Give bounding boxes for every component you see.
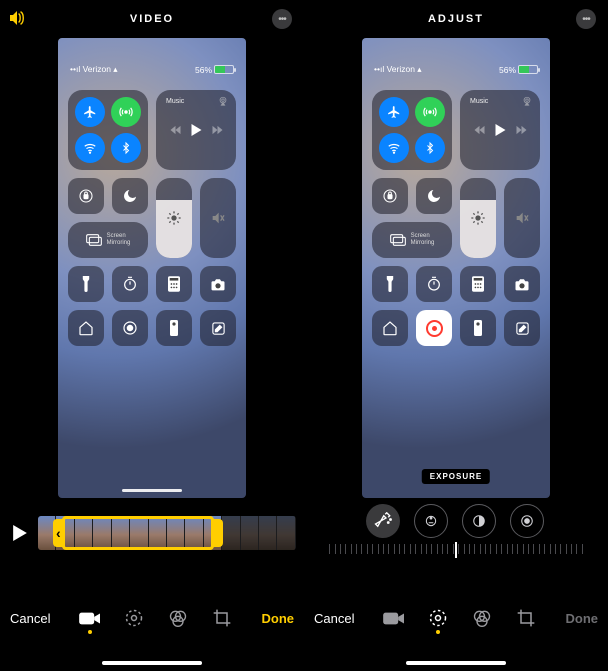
orientation-lock-icon [372, 178, 408, 214]
done-button[interactable]: Done [262, 611, 295, 626]
dial-highlights[interactable] [462, 504, 496, 538]
screen-mirroring-tile: Screen Mirroring [372, 222, 452, 258]
music-tile: Music [156, 90, 236, 170]
dial-exposure[interactable] [414, 504, 448, 538]
top-bar: VIDEO ••• [0, 0, 304, 38]
sound-icon[interactable] [8, 10, 26, 26]
home-icon [372, 310, 408, 346]
play-icon [495, 124, 506, 136]
screen-mirroring-tile: Screen Mirroring [68, 222, 148, 258]
wifi-icon [379, 133, 409, 163]
airplay-icon [218, 96, 228, 106]
next-icon [516, 125, 527, 135]
done-button[interactable]: Done [566, 611, 599, 626]
tool-filters[interactable] [471, 607, 493, 629]
camera-icon [200, 266, 236, 302]
bottom-toolbar: Cancel Done [0, 601, 304, 635]
mode-title: ADJUST [428, 13, 484, 25]
calculator-icon [460, 266, 496, 302]
adjust-controls: document.write(Array(48).fill('<span cla… [304, 498, 608, 562]
notes-icon [200, 310, 236, 346]
control-center: Music [372, 90, 540, 354]
timer-icon [112, 266, 148, 302]
calculator-icon [156, 266, 192, 302]
volume-slider [200, 178, 236, 258]
mode-title: VIDEO [130, 13, 174, 25]
airplane-icon [379, 97, 409, 127]
tool-video[interactable] [79, 607, 101, 629]
notes-icon [504, 310, 540, 346]
cellular-icon [111, 97, 141, 127]
dnd-icon [416, 178, 452, 214]
play-icon [191, 124, 202, 136]
dial-shadows[interactable] [510, 504, 544, 538]
home-icon [68, 310, 104, 346]
video-timeline: ‹› [0, 498, 304, 562]
prev-icon [474, 125, 485, 135]
home-bar-icon [406, 661, 506, 665]
home-indicator-icon [122, 489, 182, 492]
more-button[interactable]: ••• [272, 9, 292, 29]
camera-icon [504, 266, 540, 302]
play-button[interactable] [8, 521, 32, 545]
phone-screenshot: ••ıl Verizon ▴ 56% Music [58, 38, 246, 498]
music-tile: Music [460, 90, 540, 170]
bluetooth-icon [415, 133, 445, 163]
tool-crop[interactable] [515, 607, 537, 629]
video-preview: ••ıl Verizon ▴ 56% Music [304, 38, 608, 498]
tool-adjust[interactable] [427, 607, 449, 629]
tool-crop[interactable] [211, 607, 233, 629]
dnd-icon [112, 178, 148, 214]
remote-icon [156, 310, 192, 346]
flashlight-icon [372, 266, 408, 302]
screen-record-icon [112, 310, 148, 346]
exposure-label: EXPOSURE [422, 469, 490, 484]
video-preview: ••ıl Verizon ▴ 56% Music [0, 38, 304, 498]
status-bar: ••ıl Verizon ▴ 56% [58, 64, 246, 75]
timer-icon [416, 266, 452, 302]
brightness-slider [460, 178, 496, 258]
bluetooth-icon [111, 133, 141, 163]
dial-auto[interactable] [366, 504, 400, 538]
next-icon [212, 125, 223, 135]
tool-video[interactable] [383, 607, 405, 629]
airplay-icon [522, 96, 532, 106]
frame-strip[interactable]: ‹› [38, 516, 296, 550]
connectivity-tile [372, 90, 452, 170]
airplane-icon [75, 97, 105, 127]
wifi-icon [75, 133, 105, 163]
control-center: Music [68, 90, 236, 354]
tool-adjust[interactable] [123, 607, 145, 629]
tool-filters[interactable] [167, 607, 189, 629]
home-bar-icon [102, 661, 202, 665]
cancel-button[interactable]: Cancel [10, 611, 50, 626]
cellular-icon [415, 97, 445, 127]
top-bar: ADJUST ••• [304, 0, 608, 38]
phone-screenshot: ••ıl Verizon ▴ 56% Music [362, 38, 550, 498]
cancel-button[interactable]: Cancel [314, 611, 354, 626]
more-button[interactable]: ••• [576, 9, 596, 29]
prev-icon [170, 125, 181, 135]
volume-slider [504, 178, 540, 258]
brightness-slider [156, 178, 192, 258]
remote-icon [460, 310, 496, 346]
connectivity-tile [68, 90, 148, 170]
bottom-toolbar: Cancel Done [304, 601, 608, 635]
screen-record-active-icon [416, 310, 452, 346]
orientation-lock-icon [68, 178, 104, 214]
flashlight-icon [68, 266, 104, 302]
status-bar: ••ıl Verizon ▴ 56% [362, 64, 550, 75]
adjust-slider[interactable]: document.write(Array(48).fill('<span cla… [314, 544, 598, 558]
